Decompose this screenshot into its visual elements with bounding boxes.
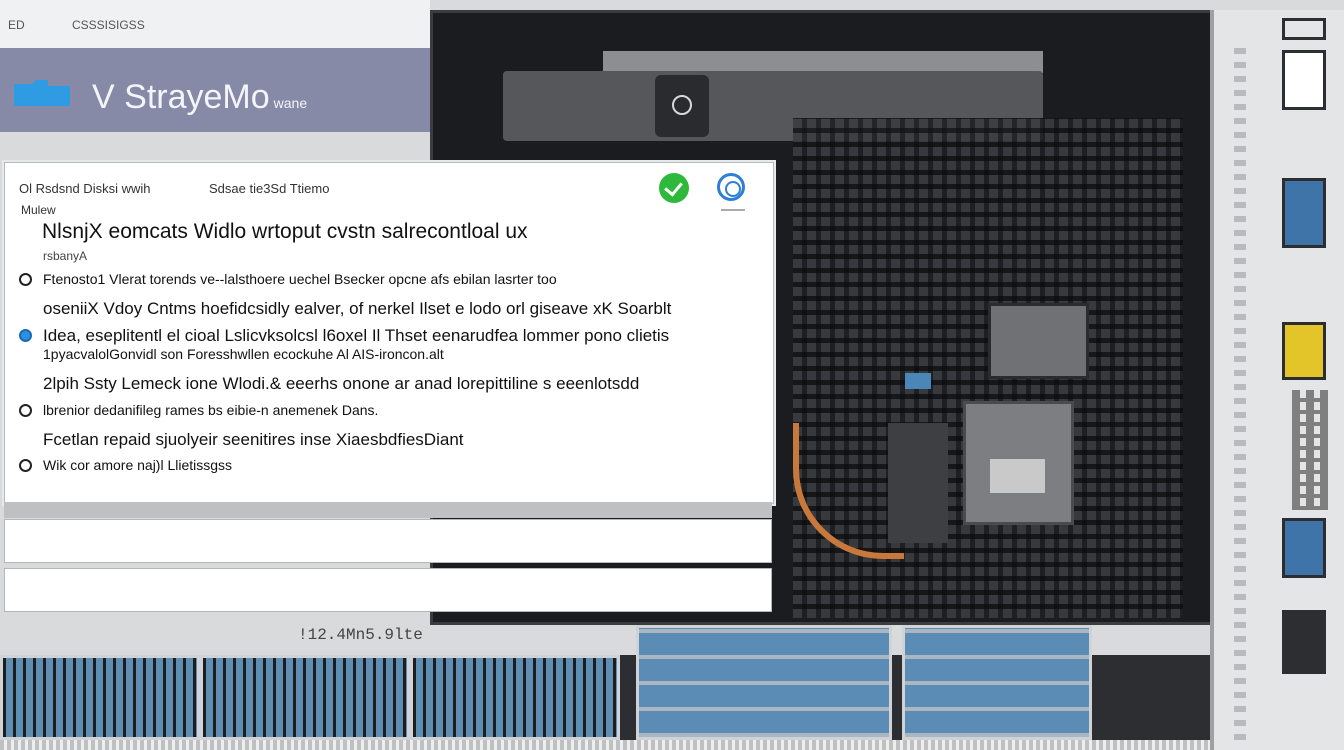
dialog-small-label: Mulew — [21, 203, 56, 217]
drive-bay — [410, 655, 620, 740]
brand-banner: V StrayeMo wane — [0, 48, 430, 132]
rack-module-yellow — [1282, 322, 1326, 380]
radio-option[interactable] — [19, 404, 32, 417]
rack-module-blue — [1282, 518, 1326, 578]
rack-module-blue — [1282, 178, 1326, 248]
cpu-heatsink — [988, 303, 1089, 379]
dialog-subtitle-left: Ol Rsdsnd Disksi wwih — [19, 181, 151, 196]
brand-logo-text: V StrayeMo wane — [92, 78, 307, 117]
brand-name: StrayeMo — [124, 78, 270, 116]
rack-port — [1282, 18, 1326, 40]
folder-icon — [14, 80, 70, 106]
dialog-line: Fcetlan repaid sjuolyeir seenitires inse… — [43, 430, 464, 449]
rack-port — [1282, 50, 1326, 110]
dialog-line: Idea, eseplitentl el cioal Lslicvksolcsl… — [43, 326, 670, 345]
dialog-line: lbrenior dedanifileg rames bs eibie-n an… — [43, 402, 379, 418]
drive-bay — [636, 625, 892, 740]
menu-item[interactable]: ED — [8, 18, 25, 32]
footer-label: !12.4Mn5.9lte — [298, 626, 423, 644]
text-field[interactable] — [4, 519, 772, 563]
brand-prefix: V — [92, 78, 115, 116]
radio-option[interactable] — [19, 459, 32, 472]
dialog-line: oseniiX Vdoy Cntms hoefidcsidly ealver, … — [43, 299, 672, 318]
ok-check-icon[interactable] — [659, 173, 689, 203]
dialog-line: Ftenosto1 Vlerat torends ve--lalsthoere … — [43, 271, 557, 287]
info-circle-icon[interactable] — [717, 173, 745, 201]
menu-item[interactable]: CSSSISIGSS — [72, 18, 145, 32]
floor-strip — [0, 740, 1210, 750]
drive-bay — [0, 655, 200, 740]
rack-port — [1282, 610, 1326, 674]
drive-bay — [902, 625, 1092, 740]
drive-bay — [200, 655, 410, 740]
rack-vent-grid — [1292, 390, 1328, 510]
dialog-subtitle-right: Sdsae tie3Sd Ttiemo — [209, 181, 330, 196]
dialog-title: NlsnjX eomcats Widlo wrtoput cvstn salre… — [42, 220, 528, 243]
power-supply — [963, 401, 1074, 525]
dialog-line: 1pyacvalolGonvidl son Foresshwllen ecock… — [43, 346, 444, 362]
menu-bar: ED CSSSISIGSS — [0, 0, 430, 48]
dialog-line: 2lpih Ssty Lemeck ione Wlodi.& eeerhs on… — [43, 374, 640, 393]
rack-vent-strip — [1234, 40, 1246, 740]
chassis-latch — [655, 75, 709, 137]
dialog-line: Wik cor amore naj)l Llietissgss — [43, 457, 233, 473]
icon-underline — [721, 209, 745, 211]
info-dialog: Ol Rsdsnd Disksi wwih Sdsae tie3Sd Ttiem… — [4, 162, 774, 504]
chassis-top-rail — [603, 51, 1043, 73]
brand-suffix: wane — [273, 95, 308, 111]
radio-option-selected[interactable] — [19, 329, 32, 342]
dialog-tiny-label: rsbanyA — [43, 249, 88, 263]
rack-side-panel — [1210, 10, 1344, 750]
dialog-footer-bar — [4, 502, 772, 518]
drive-bays — [0, 625, 1210, 750]
radio-option[interactable] — [19, 273, 32, 286]
text-field[interactable] — [4, 568, 772, 612]
blue-connector — [905, 373, 931, 389]
